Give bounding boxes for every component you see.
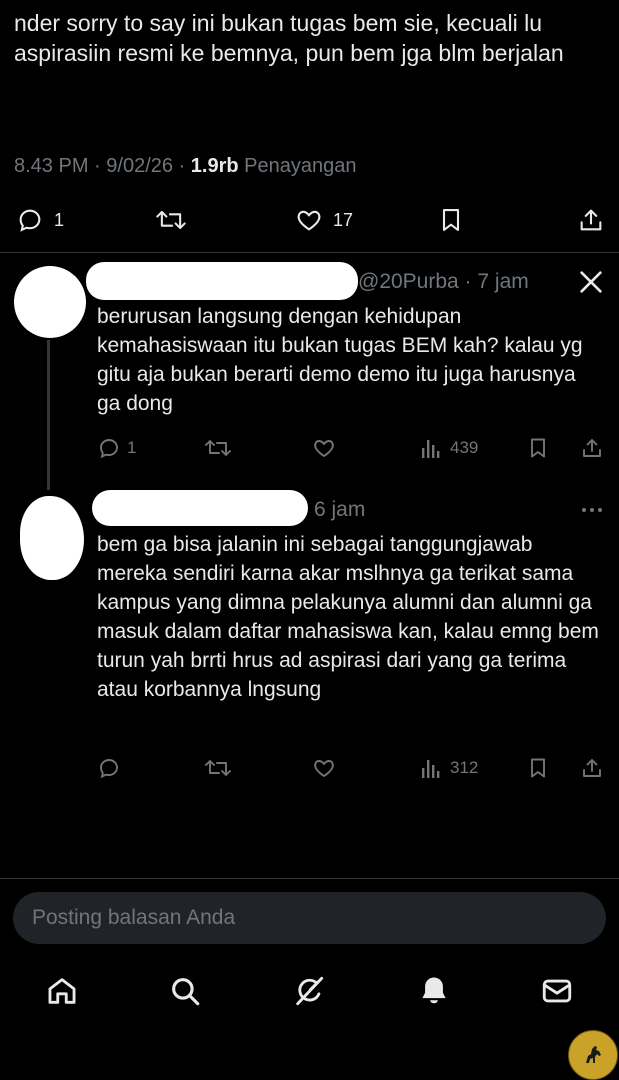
reply1-time: 7 jam [477,270,529,293]
close-icon [580,271,602,293]
like-count: 17 [333,209,354,230]
reply-count: 1 [127,438,137,457]
tweet-actions: 1 17 [0,202,619,242]
views-button[interactable]: 312 [420,756,478,780]
bookmark-icon [531,438,545,458]
reply1-header: @20Purba · 7 jam [358,270,529,293]
reply1-handle[interactable]: @20Purba [358,270,459,293]
heart-icon [297,210,321,231]
reply2-time: 6 jam [314,498,366,521]
avatar[interactable] [20,496,84,580]
view-count: 439 [450,438,479,457]
close-button[interactable] [575,266,607,303]
tweet-time: 8.43 PM [14,155,89,177]
views-count: 1.9rb [190,155,239,177]
reply2-text: bem ga bisa jalanin ini sebagai tanggung… [97,533,599,701]
bookmark-icon [531,758,545,778]
reply-button[interactable]: 1 [16,206,64,234]
bookmark-button[interactable] [526,756,550,780]
views-button[interactable]: 439 [420,436,478,460]
reply-input[interactable]: Posting balasan Anda [13,892,606,944]
redacted-name [86,262,358,300]
like-button[interactable]: 17 [295,206,353,234]
analytics-icon [422,440,440,458]
share-icon [580,209,602,231]
divider [0,878,619,879]
retweet-button[interactable] [204,436,232,460]
retweet-icon [205,760,231,776]
grok-icon [296,976,324,1006]
views-label: Penayangan [244,155,357,177]
share-button[interactable] [580,756,604,780]
home-icon [48,978,76,1004]
watermark-logo [568,1030,618,1080]
bookmark-button[interactable] [437,206,465,234]
redacted-name [92,490,308,526]
reply-icon [100,759,118,779]
heart-icon [314,760,334,778]
retweet-button[interactable] [204,756,232,780]
nav-home[interactable] [45,974,79,1013]
tweet-text: nder sorry to say ini bukan tugas bem si… [14,10,564,66]
nav-search[interactable] [168,974,202,1013]
reply-icon [100,439,118,459]
notifications-icon [422,977,446,1004]
messages-icon [542,979,572,1003]
tweet-date: 9/02/26 [106,155,173,177]
share-button[interactable] [577,206,605,234]
avatar[interactable] [14,266,86,338]
search-icon [172,978,200,1006]
like-button[interactable] [312,436,336,460]
nav-messages[interactable] [540,974,574,1013]
reply1-text: berurusan langsung dengan kehidupan kema… [97,305,583,415]
reply-placeholder: Posting balasan Anda [32,906,236,929]
heart-icon [314,440,334,458]
reply1-actions: 1 439 [0,430,619,470]
retweet-icon [205,440,231,456]
bookmark-icon [442,209,460,231]
divider [0,252,619,253]
share-button[interactable] [580,436,604,460]
reply-count: 1 [54,209,65,230]
retweet-icon [156,210,186,230]
bookmark-button[interactable] [526,436,550,460]
view-count: 312 [450,758,479,777]
nav-notifications[interactable] [417,974,451,1013]
tweet-meta: 8.43 PM · 9/02/26 · 1.9rb Penayangan [14,155,357,177]
more-button[interactable] [580,498,604,527]
retweet-button[interactable] [155,206,187,234]
like-button[interactable] [312,756,336,780]
share-icon [583,439,601,457]
analytics-icon [422,760,440,778]
reply-button[interactable] [97,756,121,780]
reply2-actions: 312 [0,750,619,790]
more-icon [582,508,602,512]
reply-icon [19,209,41,232]
nav-grok[interactable] [292,974,326,1013]
share-icon [583,759,601,777]
reply-button[interactable]: 1 [97,436,136,460]
horse-icon [586,1046,601,1063]
